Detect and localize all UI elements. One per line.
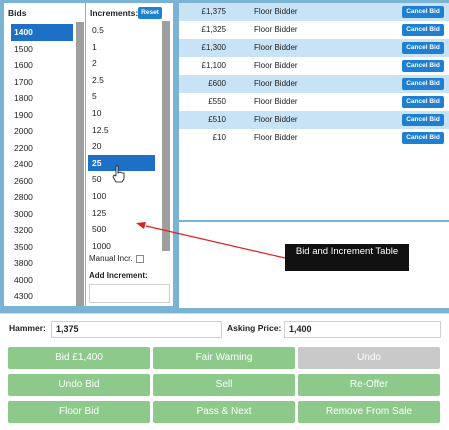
bidder-name: Floor Bidder [254, 97, 298, 106]
bid-amount: £1,300 [201, 43, 226, 52]
cancel-bid-button[interactable]: Cancel Bid [402, 60, 444, 72]
increment-item[interactable]: 20 [88, 138, 155, 155]
bid-item[interactable]: 1700 [11, 74, 73, 91]
bid-item[interactable]: 2800 [11, 189, 73, 206]
increment-item[interactable]: 1000 [88, 238, 155, 252]
bid-item[interactable]: 3500 [11, 239, 73, 256]
bid-amount: £550 [208, 97, 226, 106]
pass-next-button[interactable]: Pass & Next [153, 401, 295, 423]
increment-item[interactable]: 125 [88, 205, 155, 222]
bidder-name: Floor Bidder [254, 61, 298, 70]
bid-item[interactable]: 3200 [11, 222, 73, 239]
bid-item[interactable]: 1400 [11, 24, 73, 41]
bidder-row: £10 Floor Bidder Cancel Bid [179, 129, 449, 147]
increment-item[interactable]: 0.5 [88, 22, 155, 39]
bids-list[interactable]: 1400 1500 1600 1700 1800 1900 2000 2200 2400 2600… [11, 24, 73, 306]
bid-item[interactable]: 2400 [11, 156, 73, 173]
increments-panel: Increments: Reset 0.5 1 2 2.5 5 10 12.5 20 25 50 1… [86, 3, 173, 306]
increment-item[interactable]: 1 [88, 39, 155, 56]
increments-list[interactable]: 0.5 1 2 2.5 5 10 12.5 20 25 50 100 125 500 1000 [88, 22, 155, 252]
cancel-bid-button[interactable]: Cancel Bid [402, 132, 444, 144]
bid-amount: £1,375 [201, 7, 226, 16]
bid-item[interactable]: 4000 [11, 272, 73, 289]
increment-item[interactable]: 50 [88, 171, 155, 188]
cancel-bid-button[interactable]: Cancel Bid [402, 96, 444, 108]
bid-item[interactable]: 3000 [11, 206, 73, 223]
manual-increment-label: Manual Incr. [89, 254, 133, 263]
bid-amount: £510 [208, 115, 226, 124]
increment-item[interactable]: 500 [88, 221, 155, 238]
auction-controls: Hammer: 1,375 Asking Price: 1,400 Bid £1… [0, 313, 449, 430]
increment-item[interactable]: 10 [88, 105, 155, 122]
bidder-name: Floor Bidder [254, 133, 298, 142]
bid-amount: £1,325 [201, 25, 226, 34]
bidder-row: £1,375 Floor Bidder Cancel Bid [179, 3, 449, 21]
cancel-bid-button[interactable]: Cancel Bid [402, 78, 444, 90]
bidder-row: £1,300 Floor Bidder Cancel Bid [179, 39, 449, 57]
increment-item[interactable]: 5 [88, 88, 155, 105]
bid-amount: £600 [208, 79, 226, 88]
increment-item[interactable]: 100 [88, 188, 155, 205]
increments-scrollbar[interactable] [162, 21, 170, 251]
cancel-bid-button[interactable]: Cancel Bid [402, 24, 444, 36]
bid-item[interactable]: 1900 [11, 107, 73, 124]
bid-item[interactable]: 1500 [11, 41, 73, 58]
callout-label: Bid and Increment Table [285, 244, 409, 271]
manual-increment-checkbox[interactable] [135, 254, 144, 263]
bidder-name: Floor Bidder [254, 43, 298, 52]
add-increment-label: Add Increment: [89, 271, 148, 280]
bid-item[interactable]: 4300 [11, 288, 73, 305]
bidder-name: Floor Bidder [254, 7, 298, 16]
bidder-row: £1,100 Floor Bidder Cancel Bid [179, 57, 449, 75]
bid-item[interactable]: 2600 [11, 173, 73, 190]
re-offer-button[interactable]: Re-Offer [298, 374, 440, 396]
bid-item[interactable]: 2000 [11, 123, 73, 140]
asking-price-label: Asking Price: [227, 323, 282, 333]
cancel-bid-button[interactable]: Cancel Bid [402, 114, 444, 126]
hammer-input[interactable]: 1,375 [51, 321, 222, 338]
floor-bid-button[interactable]: Floor Bid [8, 401, 150, 423]
bidder-name: Floor Bidder [254, 25, 298, 34]
bid-item[interactable]: 2200 [11, 140, 73, 157]
remove-from-sale-button[interactable]: Remove From Sale [298, 401, 440, 423]
bidder-name: Floor Bidder [254, 79, 298, 88]
bidder-row: £1,325 Floor Bidder Cancel Bid [179, 21, 449, 39]
bidder-row: £510 Floor Bidder Cancel Bid [179, 111, 449, 129]
increment-item[interactable]: 2 [88, 55, 155, 72]
increments-title: Increments: [90, 8, 139, 18]
bid-item[interactable]: 3800 [11, 255, 73, 272]
bid-item[interactable]: 1600 [11, 57, 73, 74]
add-increment-input[interactable] [89, 284, 170, 303]
bidder-row: £600 Floor Bidder Cancel Bid [179, 75, 449, 93]
bidder-row: £550 Floor Bidder Cancel Bid [179, 93, 449, 111]
bid-item[interactable]: 1800 [11, 90, 73, 107]
asking-price-input[interactable]: 1,400 [284, 321, 441, 338]
undo-button[interactable]: Undo [298, 347, 440, 369]
bids-scrollbar[interactable] [76, 22, 84, 306]
bid-amount: £10 [212, 133, 226, 142]
cancel-bid-button[interactable]: Cancel Bid [402, 42, 444, 54]
reset-button[interactable]: Reset [138, 7, 162, 19]
bidder-name: Floor Bidder [254, 115, 298, 124]
manual-increment-row: Manual Incr. [89, 254, 144, 263]
increment-item[interactable]: 25 [88, 154, 155, 172]
bid-amount: £1,100 [201, 61, 226, 70]
cancel-bid-button[interactable]: Cancel Bid [402, 6, 444, 18]
sell-button[interactable]: Sell [153, 374, 295, 396]
increment-item[interactable]: 2.5 [88, 72, 155, 89]
fair-warning-button[interactable]: Fair Warning [153, 347, 295, 369]
bids-panel: Bids 1400 1500 1600 1700 1800 1900 2000 2200 240… [4, 3, 85, 306]
bidder-table: £1,375 Floor Bidder Cancel Bid £1,325 Floor … [179, 3, 449, 220]
bid-button[interactable]: Bid £1,400 [8, 347, 150, 369]
undo-bid-button[interactable]: Undo Bid [8, 374, 150, 396]
increment-item[interactable]: 12.5 [88, 122, 155, 139]
bids-title: Bids [8, 8, 27, 18]
hammer-label: Hammer: [9, 323, 46, 333]
